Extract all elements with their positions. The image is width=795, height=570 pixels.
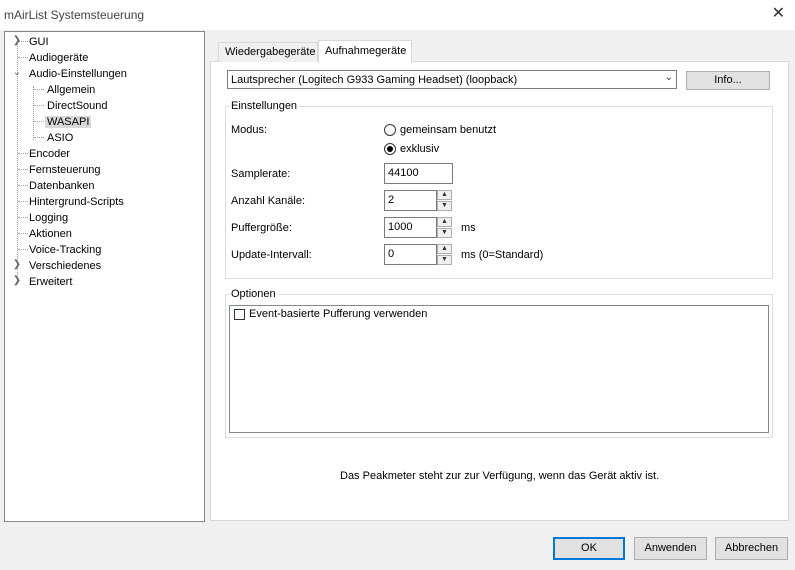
tree-item-label: Voice-Tracking [29,244,102,256]
event-buffering-checkbox[interactable] [234,309,245,320]
options-list[interactable]: Event-basierte Pufferung verwenden [229,305,769,433]
tree-item-label: Aktionen [29,228,72,240]
tree-item-logging[interactable]: Logging [27,210,70,226]
chevron-right-icon[interactable]: ❯ [12,34,22,48]
event-buffering-label[interactable]: Event-basierte Pufferung verwenden [249,308,427,320]
channels-stepper[interactable]: ▲ ▼ [437,190,452,211]
title-bar: mAirList Systemsteuerung ✕ [0,0,795,30]
samplerate-label: Samplerate: [231,168,291,180]
tab-aufnahmegeraete[interactable]: Aufnahmegeräte [318,40,412,63]
device-select[interactable]: Lautsprecher (Logitech G933 Gaming Heads… [227,70,677,89]
tree-item-aktionen[interactable]: Aktionen [27,226,74,242]
spin-up-icon[interactable]: ▲ [437,190,452,200]
update-interval-label: Update-Intervall: [231,249,312,261]
tree-item-erweitert[interactable]: Erweitert [27,274,74,290]
mode-shared-label[interactable]: gemeinsam benutzt [400,124,496,136]
tree-item-audiogeraete[interactable]: Audiogeräte [27,50,90,66]
spin-up-icon[interactable]: ▲ [437,217,452,227]
ok-button[interactable]: OK [553,537,625,560]
tree-item-label: GUI [29,36,49,48]
tree-item-directsound[interactable]: DirectSound [45,98,110,114]
settings-group-legend: Einstellungen [231,100,298,112]
tree-connector [34,89,44,90]
tree-item-label: Hintergrund-Scripts [29,196,124,208]
tree-line [33,86,34,140]
chevron-down-icon: ⌄ [664,72,673,83]
mode-exclusive-label[interactable]: exklusiv [400,143,439,155]
tree-item-label: WASAPI [45,116,92,128]
mode-label: Modus: [231,124,268,136]
tab-label: Aufnahmegeräte [325,45,407,57]
tree-item-label: Verschiedenes [29,260,102,272]
mode-shared-radio[interactable] [384,124,396,136]
channels-label: Anzahl Kanäle: [231,195,305,207]
channels-input[interactable]: 2 [384,190,437,211]
update-interval-unit: ms (0=Standard) [461,249,544,261]
tree-item-label: Erweitert [29,276,73,288]
tab-label: Wiedergabegeräte [225,46,316,58]
settings-tree[interactable]: ❯ GUI Audiogeräte ⌄ Audio-Einstellungen … [4,31,205,522]
tree-connector [34,121,44,122]
peakmeter-note: Das Peakmeter steht zur zur Verfügung, w… [340,470,660,482]
tree-item-label: Datenbanken [29,180,95,192]
tree-item-allgemein[interactable]: Allgemein [45,82,97,98]
close-icon[interactable]: ✕ [772,5,785,23]
tree-item-label: ASIO [47,132,74,144]
tree-item-label: Encoder [29,148,70,160]
update-interval-stepper[interactable]: ▲ ▼ [437,244,452,265]
tree-item-label: Logging [29,212,69,224]
spin-down-icon[interactable]: ▼ [437,228,452,238]
tree-item-asio[interactable]: ASIO [45,130,75,146]
tree-item-fernsteuerung[interactable]: Fernsteuerung [27,162,103,178]
info-button[interactable]: Info... [686,71,770,90]
chevron-right-icon[interactable]: ❯ [12,274,22,288]
mode-exclusive-radio[interactable] [384,143,396,155]
samplerate-input[interactable]: 44100 [384,163,453,184]
buffer-label: Puffergröße: [231,222,292,234]
buffer-unit: ms [461,222,476,234]
spin-down-icon[interactable]: ▼ [437,201,452,211]
tree-item-label: Allgemein [47,84,96,96]
chevron-right-icon[interactable]: ❯ [12,258,22,272]
spin-up-icon[interactable]: ▲ [437,244,452,254]
tree-connector [34,137,44,138]
tree-item-label: Fernsteuerung [29,164,101,176]
tree-item-hintergrund-scripts[interactable]: Hintergrund-Scripts [27,194,126,210]
tree-item-audio-einstellungen[interactable]: Audio-Einstellungen [27,66,129,82]
tree-connector [34,105,44,106]
tree-item-encoder[interactable]: Encoder [27,146,72,162]
device-select-value: Lautsprecher (Logitech G933 Gaming Heads… [231,74,518,86]
buffer-input[interactable]: 1000 [384,217,437,238]
tree-item-label: Audiogeräte [29,52,89,64]
tree-item-wasapi[interactable]: WASAPI [45,114,92,130]
options-group-legend: Optionen [231,288,276,300]
apply-button[interactable]: Anwenden [634,537,707,560]
buffer-stepper[interactable]: ▲ ▼ [437,217,452,238]
tree-item-voice-tracking[interactable]: Voice-Tracking [27,242,103,258]
window-title: mAirList Systemsteuerung [4,8,145,22]
chevron-down-icon[interactable]: ⌄ [12,66,22,80]
tree-item-verschiedenes[interactable]: Verschiedenes [27,258,103,274]
update-interval-input[interactable]: 0 [384,244,437,265]
tree-item-label: Audio-Einstellungen [29,68,127,80]
tree-item-datenbanken[interactable]: Datenbanken [27,178,96,194]
spin-down-icon[interactable]: ▼ [437,255,452,265]
tree-item-label: DirectSound [47,100,108,112]
cancel-button[interactable]: Abbrechen [715,537,788,560]
tab-wiedergabegeraete[interactable]: Wiedergabegeräte [218,42,318,62]
tree-item-gui[interactable]: GUI [27,34,51,50]
